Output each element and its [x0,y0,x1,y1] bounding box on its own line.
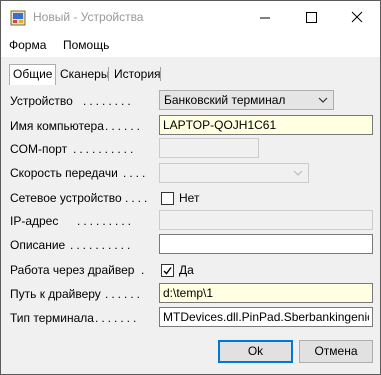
tab-scanners[interactable]: Сканеры [57,66,112,83]
menu-item-form[interactable]: Форма [9,38,46,52]
leader-dots: . [141,263,148,277]
window-title: Новый - Устройства [33,10,144,24]
device-value: Банковский терминал [164,93,286,107]
leader-dots: ........ [83,94,134,108]
general-tab-panel: Устройство ........ Банковский терминал … [5,86,376,370]
leader-dots: .......... [73,142,137,156]
network-device-check-label[interactable]: Нет [179,191,199,205]
tab-strip: Общие Сканеры История [1,57,380,85]
driver-path-field[interactable]: d:\temp\1 [159,283,373,303]
description-label: Описание [10,238,66,252]
computer-name-label: Имя компьютера [10,119,104,133]
device-label: Устройство [10,94,73,108]
leader-dots: ....... [95,311,140,325]
network-device-checkbox[interactable] [161,192,174,205]
ip-address-label: IP-адрес [10,214,59,228]
via-driver-checkbox[interactable] [161,264,174,277]
maximize-button[interactable] [288,1,334,34]
leader-dots: ......... [77,214,135,228]
com-port-field[interactable] [159,138,259,158]
app-icon [10,10,26,26]
cancel-button[interactable]: Отмена [299,340,373,363]
dialog-window: Новый - Устройства Форма Помощь Общие Ск… [0,0,381,375]
chevron-down-icon [293,170,303,176]
device-select[interactable]: Банковский терминал [159,90,334,110]
leader-dots: ...... [105,119,144,133]
computer-name-value: LAPTOP-QOJH1C61 [163,118,277,132]
title-bar[interactable]: Новый - Устройства [1,1,380,34]
via-driver-check-label[interactable]: Да [179,263,194,277]
driver-path-label: Путь к драйверу [10,287,101,301]
terminal-type-value: MTDevices.dll.PinPad.Sberbankingenico [163,310,369,324]
via-driver-label: Работа через драйвер [10,263,135,277]
tab-separator [108,67,109,81]
tab-separator [160,67,161,81]
minimize-button[interactable] [242,1,288,34]
computer-name-field[interactable]: LAPTOP-QOJH1C61 [159,115,373,135]
leader-dots: .... [123,166,149,180]
driver-path-value: d:\temp\1 [163,286,214,300]
maximize-icon [306,12,317,23]
close-icon [351,11,363,23]
ok-button[interactable]: Ok [218,340,293,363]
baud-rate-select[interactable] [159,163,309,183]
menu-bar: Форма Помощь [1,34,380,57]
leader-dots: ...... [105,287,144,301]
terminal-type-label: Тип терминала [10,311,94,325]
close-button[interactable] [334,1,380,34]
menu-item-help[interactable]: Помощь [63,38,109,52]
tab-general[interactable]: Общие [9,64,57,85]
checkmark-icon [163,267,172,275]
leader-dots: .......... [70,238,134,252]
description-field[interactable] [159,234,373,254]
terminal-type-field[interactable]: MTDevices.dll.PinPad.Sberbankingenico [159,307,373,327]
ip-address-field[interactable] [159,210,373,230]
minimize-icon [260,17,270,19]
com-port-label: COM-порт [10,142,68,156]
network-device-label: Сетевое устройство [10,191,122,205]
baud-rate-label: Скорость передачи [10,166,118,180]
leader-dots: .... [125,191,151,205]
tab-history[interactable]: История [111,66,164,83]
chevron-down-icon [318,97,328,103]
